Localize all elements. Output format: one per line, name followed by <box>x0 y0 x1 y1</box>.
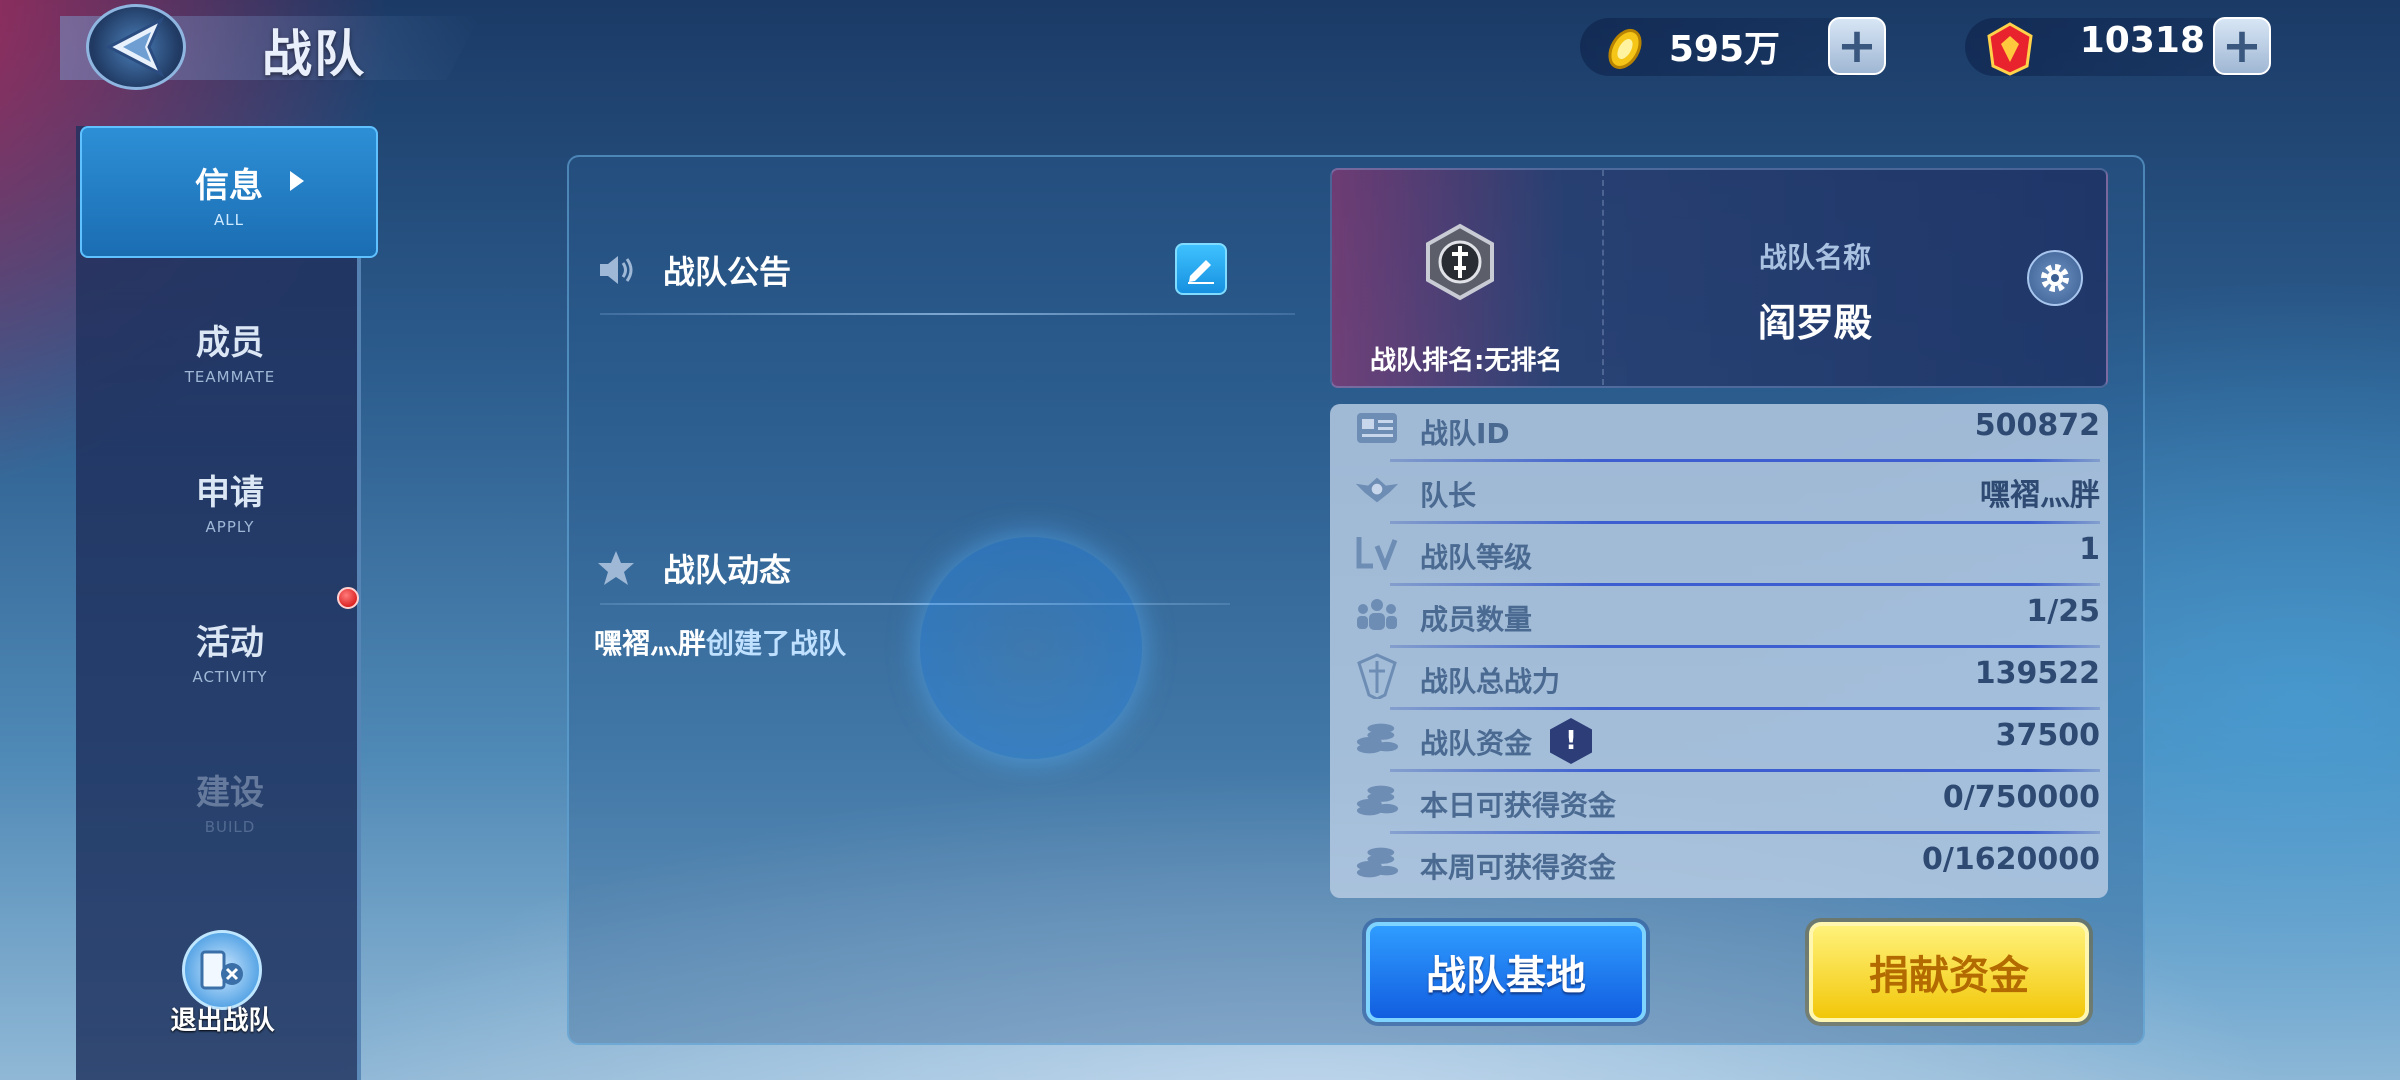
coins-icon <box>1354 780 1400 820</box>
rank-label: 战队排名: <box>1370 346 1485 376</box>
coins-icon <box>1354 718 1400 758</box>
dynamics-entry: 嘿褶灬胖创建了战队 <box>594 622 846 662</box>
power-icon <box>1354 653 1400 699</box>
sidebar-item-info[interactable]: 信息 ALL <box>80 126 378 258</box>
sidebar-item-sub: BUILD <box>204 818 256 836</box>
speaker-icon <box>596 250 636 294</box>
sidebar-item-teammate[interactable]: 成员 TEAMMATE <box>80 285 380 415</box>
pencil-icon <box>1188 260 1214 284</box>
stat-row-funds: 战队资金 ! 37500 <box>1350 710 2100 772</box>
stat-row-level: 战队等级 1 <box>1350 524 2100 586</box>
team-name-label: 战队名称 <box>1758 241 1871 274</box>
add-gold-button[interactable]: + <box>1828 17 1886 75</box>
sidebar-item-sub: APPLY <box>205 518 255 536</box>
stat-row-team-id: 战队ID 500872 <box>1350 400 2100 462</box>
stat-value: 139522 <box>1974 656 2100 691</box>
stat-value: 1 <box>2079 532 2100 567</box>
team-base-button[interactable]: 战队基地 <box>1366 922 1646 1022</box>
stat-row-captain: 队长 嘿褶灬胖 <box>1350 462 2100 524</box>
dynamics-title: 战队动态 <box>663 551 792 589</box>
rank-value: 无排名 <box>1484 346 1563 376</box>
stat-label: 战队等级 <box>1420 541 1533 574</box>
stat-row-daily-funds: 本日可获得资金 0/750000 <box>1350 772 2100 834</box>
plus-icon: + <box>1836 18 1878 74</box>
back-button[interactable] <box>86 4 186 90</box>
sidebar-item-label: 建设 <box>196 773 264 813</box>
back-arrow-icon <box>105 16 165 78</box>
exit-door-icon <box>200 950 243 990</box>
team-settings-button[interactable] <box>2027 250 2083 306</box>
stat-value: 0/1620000 <box>1922 842 2100 877</box>
member-name: 嘿褶灬胖 <box>594 627 707 660</box>
team-name: 阎罗殿 <box>1757 301 1872 345</box>
stat-value: 37500 <box>1995 718 2100 753</box>
star-icon <box>596 548 636 592</box>
add-gem-button[interactable]: + <box>2213 17 2271 75</box>
stat-value: 嘿褶灬胖 <box>1980 478 2100 513</box>
stat-value: 500872 <box>1974 408 2100 443</box>
stat-row-members: 成员数量 1/25 <box>1350 586 2100 648</box>
quit-team-button[interactable] <box>182 930 262 1010</box>
sidebar-item-activity[interactable]: 活动 ACTIVITY <box>80 585 380 715</box>
card-separator <box>1602 170 1604 385</box>
stat-label: 战队ID <box>1420 417 1510 450</box>
sidebar-item-label: 活动 <box>196 623 264 663</box>
gold-amount: 595万 <box>1668 29 1780 70</box>
glow-bubble-decoration <box>920 537 1142 759</box>
captain-badge-icon <box>1354 470 1400 510</box>
level-icon <box>1354 532 1400 572</box>
page-title: 战队 <box>262 25 366 83</box>
active-arrow-icon <box>290 171 304 191</box>
stat-label: 成员数量 <box>1420 603 1533 636</box>
stat-label: 本日可获得资金 <box>1420 789 1617 822</box>
stat-label: 战队总战力 <box>1420 665 1561 698</box>
id-card-icon <box>1354 408 1400 448</box>
members-icon <box>1354 594 1400 634</box>
edit-notice-button[interactable] <box>1175 243 1227 295</box>
red-gem-icon <box>1985 22 2035 80</box>
stat-row-weekly-funds: 本周可获得资金 0/1620000 <box>1350 834 2100 896</box>
stat-value: 1/25 <box>2026 594 2100 629</box>
team-rank: 战队排名:无排名 <box>1370 340 1562 377</box>
funds-info-button[interactable]: ! <box>1550 718 1592 764</box>
sidebar-item-sub: TEAMMATE <box>184 368 276 386</box>
plus-icon: + <box>2221 18 2263 74</box>
sidebar-item-apply[interactable]: 申请 APPLY <box>80 435 380 565</box>
coins-icon <box>1354 842 1400 882</box>
stat-label: 本周可获得资金 <box>1420 851 1617 884</box>
sidebar-item-sub: ACTIVITY <box>192 668 268 686</box>
stat-label: 队长 <box>1420 479 1477 512</box>
sidebar-item-build: 建设 BUILD <box>80 735 380 865</box>
exclamation-icon: ! <box>1565 726 1577 756</box>
notification-dot <box>337 587 359 609</box>
stat-value: 0/750000 <box>1942 780 2100 815</box>
sidebar-item-sub: ALL <box>214 211 244 229</box>
divider <box>600 313 1295 315</box>
sidebar-item-label: 申请 <box>196 473 264 513</box>
stat-row-power: 战队总战力 139522 <box>1350 648 2100 710</box>
quit-team-label: 退出战队 <box>170 1006 275 1036</box>
gem-amount: 10318 <box>2079 20 2205 61</box>
gear-icon <box>2041 264 2069 292</box>
sidebar-item-label: 成员 <box>196 323 264 363</box>
notice-title: 战队公告 <box>663 253 792 291</box>
stat-label: 战队资金 <box>1420 727 1533 760</box>
donate-funds-button[interactable]: 捐献资金 <box>1809 922 2089 1022</box>
dynamics-action: 创建了战队 <box>706 627 847 660</box>
sidebar-item-label: 信息 <box>195 166 263 206</box>
gold-coin-icon <box>1600 24 1650 78</box>
divider <box>600 603 1230 605</box>
team-emblem-icon <box>1420 222 1500 302</box>
